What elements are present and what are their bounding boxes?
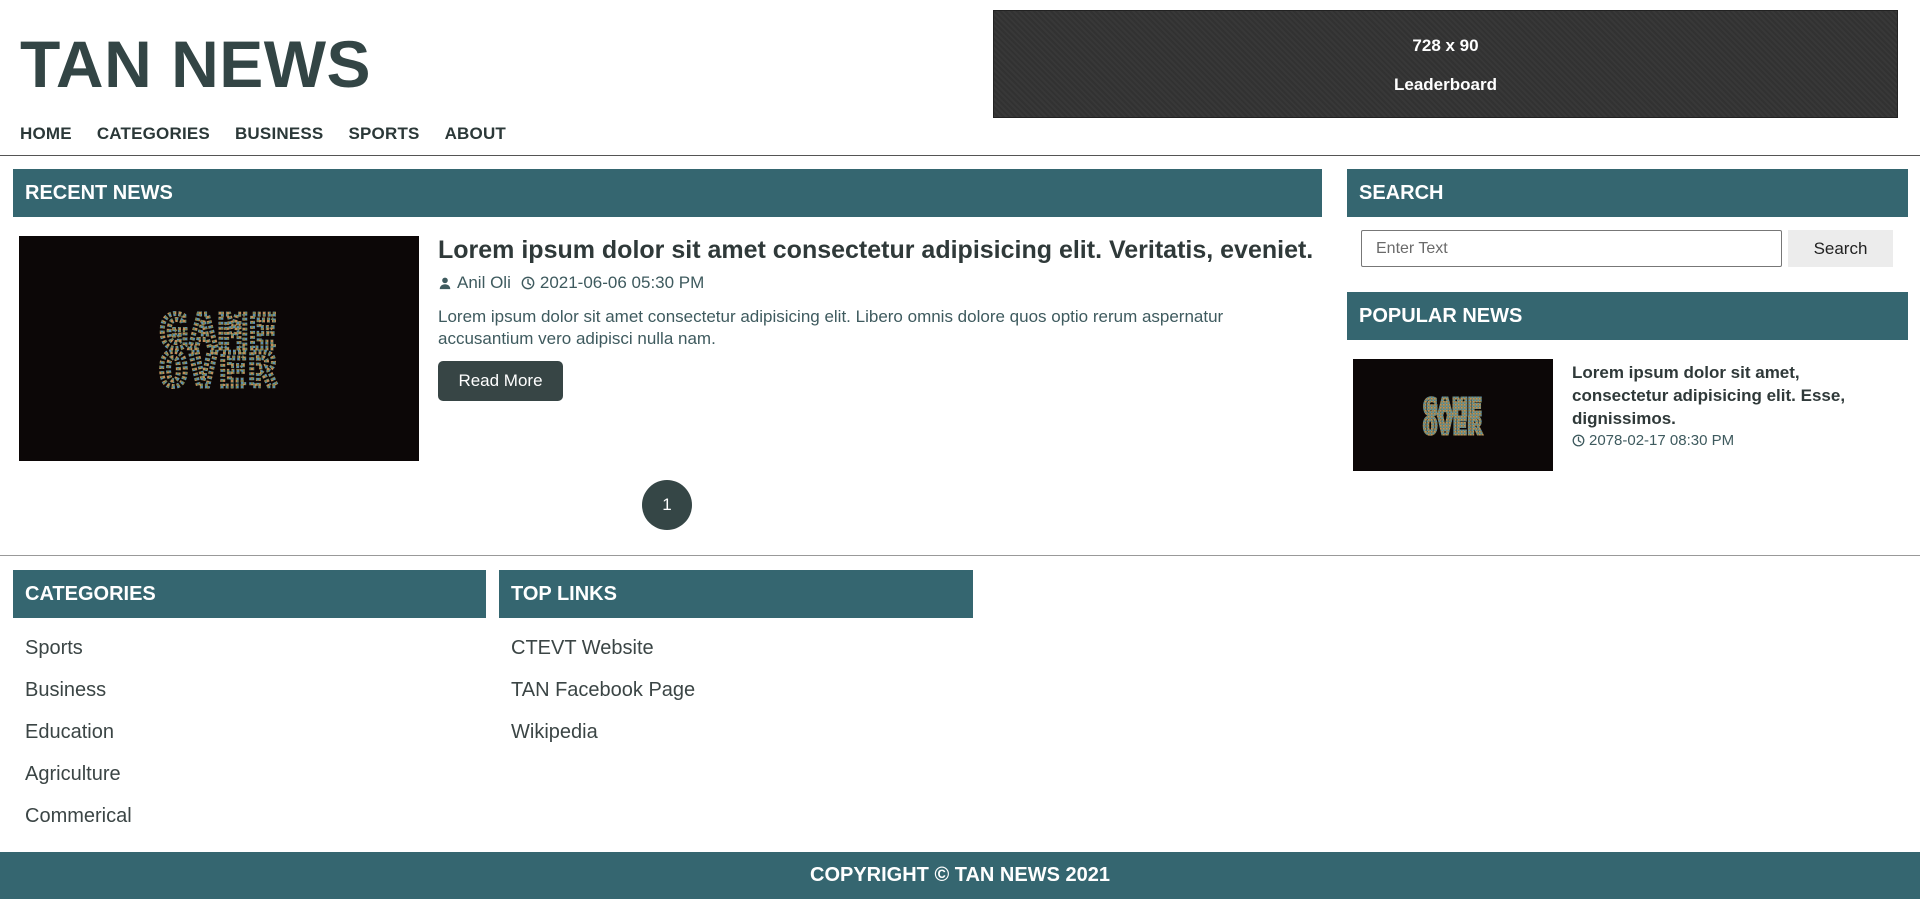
search-button[interactable]: Search — [1788, 230, 1893, 267]
popular-news-date: 2078-02-17 08:30 PM — [1589, 432, 1735, 449]
nav-about[interactable]: ABOUT — [445, 124, 506, 144]
top-links-list: CTEVT Website TAN Facebook Page Wikipedi… — [511, 627, 695, 753]
search-heading: SEARCH — [1347, 169, 1908, 217]
read-more-button[interactable]: Read More — [438, 361, 563, 401]
category-link-sports[interactable]: Sports — [25, 627, 132, 669]
popular-thumbnail[interactable]: GAME OVER — [1353, 359, 1553, 471]
nav-home[interactable]: HOME — [20, 124, 72, 144]
popular-news-title[interactable]: Lorem ipsum dolor sit amet, consectetur … — [1572, 361, 1892, 430]
game-over-image-small: GAME OVER — [1353, 359, 1553, 471]
copyright-bar: COPYRIGHT © TAN NEWS 2021 — [0, 852, 1920, 899]
ad-size-label: 728 x 90 — [1412, 36, 1479, 55]
nav-business[interactable]: BUSINESS — [235, 124, 324, 144]
user-icon — [439, 277, 451, 290]
game-text-line2: OVER — [160, 343, 279, 397]
article-author: Anil Oli — [457, 273, 511, 292]
nav-categories[interactable]: CATEGORIES — [97, 124, 210, 144]
section-divider — [0, 555, 1920, 556]
leaderboard-ad[interactable]: 728 x 90 Leaderboard — [993, 10, 1898, 118]
game-text-small-line2: OVER — [1423, 414, 1482, 440]
site-header: TAN NEWS 728 x 90 Leaderboard HOME CATEG… — [0, 0, 1920, 156]
pagination-page-1[interactable]: 1 — [642, 480, 692, 530]
top-links-heading: TOP LINKS — [499, 570, 973, 618]
clock-icon — [1572, 434, 1585, 447]
article-excerpt: Lorem ipsum dolor sit amet consectetur a… — [438, 307, 1224, 348]
recent-news-heading: RECENT NEWS — [13, 169, 1322, 217]
popular-news-meta: 2078-02-17 08:30 PM — [1572, 432, 1734, 449]
article-meta: Anil Oli 2021-06-06 05:30 PM — [438, 273, 704, 293]
main-nav: HOME CATEGORIES BUSINESS SPORTS ABOUT — [20, 124, 531, 144]
top-link-wikipedia[interactable]: Wikipedia — [511, 711, 695, 753]
article-date: 2021-06-06 05:30 PM — [539, 273, 705, 292]
categories-list: Sports Business Education Agriculture Co… — [25, 627, 132, 837]
nav-sports[interactable]: SPORTS — [348, 124, 419, 144]
article-title[interactable]: Lorem ipsum dolor sit amet consectetur a… — [438, 236, 1313, 265]
search-input[interactable] — [1361, 230, 1782, 267]
category-link-agriculture[interactable]: Agriculture — [25, 753, 132, 795]
ad-name-label: Leaderboard — [1394, 75, 1497, 94]
site-title[interactable]: TAN NEWS — [20, 26, 371, 102]
category-link-education[interactable]: Education — [25, 711, 132, 753]
popular-news-heading: POPULAR NEWS — [1347, 292, 1908, 340]
article-thumbnail[interactable]: GAME OVER — [19, 236, 419, 461]
clock-icon — [521, 276, 535, 290]
top-link-facebook[interactable]: TAN Facebook Page — [511, 669, 695, 711]
categories-heading: CATEGORIES — [13, 570, 486, 618]
category-link-business[interactable]: Business — [25, 669, 132, 711]
game-over-image: GAME OVER — [19, 236, 419, 461]
category-link-commerical[interactable]: Commerical — [25, 795, 132, 837]
top-link-ctevt[interactable]: CTEVT Website — [511, 627, 695, 669]
